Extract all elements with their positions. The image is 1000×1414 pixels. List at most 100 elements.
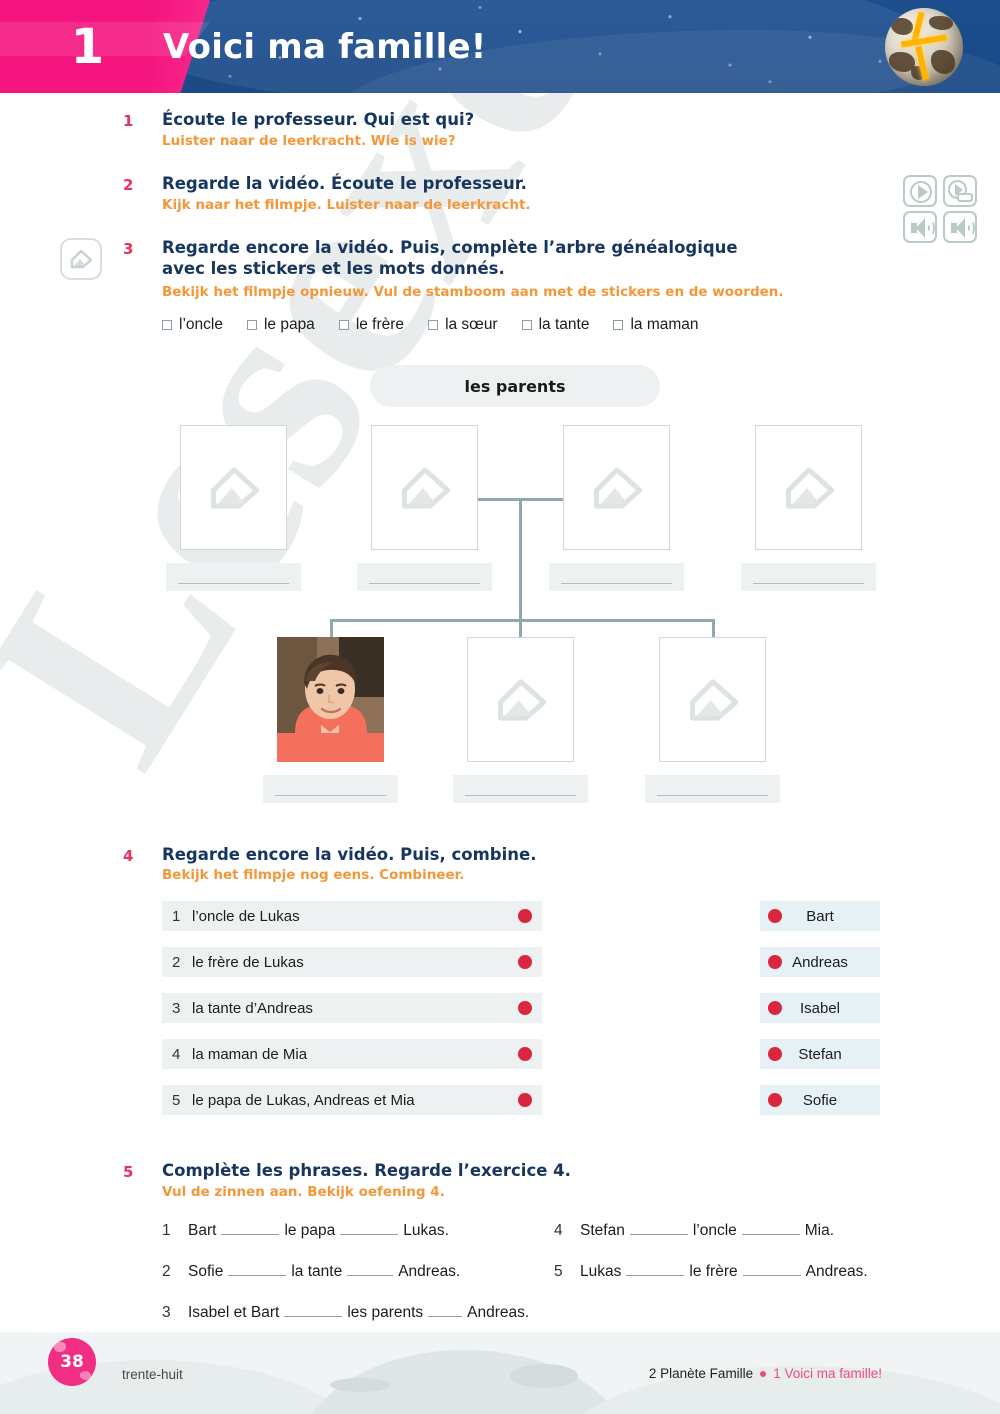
- exercise-instruction-fr-5: Complète les phrases. Regarde l’exercice…: [162, 1161, 571, 1180]
- matching-name-item[interactable]: Isabel: [760, 993, 880, 1023]
- word-bank-item[interactable]: la tante: [521, 316, 589, 334]
- matching-item[interactable]: 3 la tante d’Andreas: [162, 993, 542, 1023]
- play-subtitles-icon[interactable]: [943, 175, 977, 207]
- sticker-slot[interactable]: [371, 425, 478, 550]
- sentence-number: 2: [162, 1263, 171, 1280]
- checkbox-icon[interactable]: [428, 320, 439, 330]
- word-bank-item[interactable]: l’oncle: [162, 316, 223, 334]
- unit-number: 1: [70, 18, 105, 75]
- exercise-number-4: 4: [123, 847, 134, 865]
- matching-name-item[interactable]: Andreas: [760, 947, 880, 977]
- checkbox-icon[interactable]: [162, 320, 172, 330]
- word-bank-label: le frère: [355, 316, 405, 333]
- matching-item[interactable]: 5 le papa de Lukas, Andreas et Mia: [162, 1085, 542, 1115]
- sticker-placeholder-icon: [689, 678, 738, 721]
- media-icon-group: [903, 175, 981, 247]
- word-bank-item[interactable]: la sœur: [428, 316, 498, 334]
- sentence-row: 4 Stefan l’oncle Mia.: [554, 1222, 834, 1240]
- audio-icon-2[interactable]: [943, 211, 977, 243]
- name-write-slot[interactable]: [645, 775, 780, 803]
- tree-connector-drop-right: [712, 619, 715, 639]
- sentence-part-1: Lukas: [580, 1263, 622, 1280]
- checkbox-icon[interactable]: [521, 320, 532, 330]
- name-write-slot[interactable]: [453, 775, 588, 803]
- footer-unit: 1 Voici ma famille!: [773, 1366, 882, 1381]
- sticker-slot[interactable]: [755, 425, 862, 550]
- matching-name-item[interactable]: Stefan: [760, 1039, 880, 1069]
- sentence-number: 5: [554, 1263, 563, 1280]
- word-bank-item[interactable]: le papa: [246, 316, 315, 334]
- sentence-blank[interactable]: [221, 1234, 280, 1235]
- connector-dot[interactable]: [768, 909, 782, 923]
- sentence-part-3: Andreas.: [805, 1263, 868, 1280]
- matching-item-label: l’oncle de Lukas: [192, 907, 300, 925]
- page-title: Voici ma famille!: [163, 26, 487, 67]
- word-bank-label: l’oncle: [179, 316, 223, 333]
- matching-item[interactable]: 1 l’oncle de Lukas: [162, 901, 542, 931]
- sentence-blank[interactable]: [629, 1234, 688, 1235]
- exercise-number-3: 3: [123, 240, 134, 258]
- sticker-icon: [60, 238, 102, 280]
- page-header: 1 Voici ma famille!: [0, 0, 1000, 93]
- sentence-row: 2 Sofie la tante Andreas.: [162, 1263, 460, 1281]
- name-write-slot[interactable]: [166, 563, 301, 591]
- sticker-placeholder-icon: [785, 466, 834, 509]
- connector-dot[interactable]: [768, 1093, 782, 1107]
- sentence-blank[interactable]: [284, 1316, 343, 1317]
- connector-dot[interactable]: [518, 1093, 532, 1107]
- exercise-instruction-fr-2: Regarde la vidéo. Écoute le professeur.: [162, 174, 527, 193]
- sentence-row: 3 Isabel et Bart les parents Andreas.: [162, 1304, 529, 1322]
- matching-name-label: Isabel: [799, 999, 841, 1017]
- audio-icon-1[interactable]: [903, 211, 937, 243]
- matching-right-column: Bart Andreas Isabel Stefan Sofie: [760, 901, 880, 1131]
- sticker-placeholder-icon: [593, 466, 642, 509]
- play-icon[interactable]: [903, 175, 937, 207]
- sticker-placeholder-icon: [401, 466, 450, 509]
- boy-photo: [277, 637, 384, 762]
- name-write-slot[interactable]: [263, 775, 398, 803]
- word-bank-label: la sœur: [445, 316, 498, 333]
- page-number-word: trente-huit: [122, 1367, 183, 1382]
- sentence-row: 1 Bart le papa Lukas.: [162, 1222, 449, 1240]
- checkbox-icon[interactable]: [246, 320, 257, 330]
- matching-item-number: 2: [172, 953, 181, 971]
- connector-dot[interactable]: [768, 1001, 782, 1015]
- word-bank-label: le papa: [263, 316, 315, 333]
- matching-name-item[interactable]: Sofie: [760, 1085, 880, 1115]
- name-write-slot[interactable]: [741, 563, 876, 591]
- matching-item[interactable]: 2 le frère de Lukas: [162, 947, 542, 977]
- sentence-blank[interactable]: [428, 1316, 463, 1317]
- connector-dot[interactable]: [768, 955, 782, 969]
- matching-item[interactable]: 4 la maman de Mia: [162, 1039, 542, 1069]
- connector-dot[interactable]: [518, 909, 532, 923]
- matching-name-item[interactable]: Bart: [760, 901, 880, 931]
- sticker-slot[interactable]: [180, 425, 287, 550]
- matching-name-label: Sofie: [802, 1091, 838, 1109]
- connector-dot[interactable]: [518, 1001, 532, 1015]
- connector-dot[interactable]: [518, 955, 532, 969]
- sentence-blank[interactable]: [340, 1234, 399, 1235]
- footer-chapter: 2 Planète Famille: [648, 1366, 754, 1381]
- word-bank-item[interactable]: la maman: [613, 316, 699, 334]
- sentence-blank[interactable]: [742, 1275, 801, 1276]
- sentence-blank[interactable]: [347, 1275, 394, 1276]
- sentence-blank[interactable]: [741, 1234, 800, 1235]
- sticker-slot[interactable]: [659, 637, 766, 762]
- sentence-blank[interactable]: [228, 1275, 287, 1276]
- word-bank-item[interactable]: le frère: [338, 316, 405, 334]
- sentence-part-1: Stefan: [580, 1222, 625, 1239]
- connector-dot[interactable]: [768, 1047, 782, 1061]
- sentence-part-2: le papa: [284, 1222, 336, 1239]
- sentence-blank[interactable]: [626, 1275, 685, 1276]
- matching-name-label: Andreas: [792, 953, 848, 971]
- checkbox-icon[interactable]: [613, 320, 624, 330]
- name-write-slot[interactable]: [549, 563, 684, 591]
- sticker-slot[interactable]: [563, 425, 670, 550]
- sticker-placeholder-icon: [210, 466, 259, 509]
- name-write-slot[interactable]: [357, 563, 492, 591]
- sticker-slot[interactable]: [467, 637, 574, 762]
- tree-connector-drop-middle: [519, 619, 522, 639]
- connector-dot[interactable]: [518, 1047, 532, 1061]
- checkbox-icon[interactable]: [338, 320, 349, 330]
- tree-connector-horizontal-bottom: [330, 619, 715, 622]
